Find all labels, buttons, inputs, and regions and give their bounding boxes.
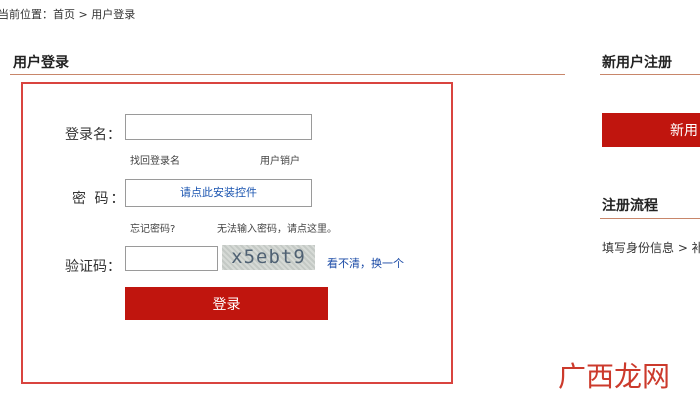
captcha-refresh-link[interactable]: 看不清，换一个	[327, 255, 404, 271]
cant-input-password-link[interactable]: 无法输入密码，请点这里。	[217, 220, 337, 235]
cancel-account-link[interactable]: 用户销户	[260, 152, 300, 167]
captcha-label: 验证码：	[65, 259, 121, 275]
breadcrumb-separator: >	[75, 8, 92, 21]
breadcrumb-prefix: 当前位置：	[0, 8, 53, 21]
login-button[interactable]: 登录	[125, 287, 328, 320]
process-section-title: 注册流程	[602, 198, 658, 214]
register-section-divider	[600, 74, 700, 75]
username-label: 登录名：	[65, 127, 121, 143]
register-section-title: 新用户注册	[602, 55, 672, 71]
breadcrumb-home-link[interactable]: 首页	[53, 8, 75, 21]
captcha-image[interactable]: x5ebt9	[222, 245, 315, 270]
forgot-password-link[interactable]: 忘记密码?	[130, 220, 175, 235]
breadcrumb-current: 用户登录	[91, 8, 136, 21]
password-control-install-field[interactable]: 请点此安装控件	[125, 179, 312, 207]
process-section-divider	[600, 218, 700, 219]
username-input[interactable]	[125, 114, 312, 140]
watermark-logo: 广西龙网	[557, 360, 670, 393]
captcha-input[interactable]	[125, 246, 218, 271]
recover-username-link[interactable]: 找回登录名	[130, 152, 180, 167]
register-button[interactable]: 新用	[602, 113, 700, 147]
breadcrumb: 当前位置：首页 > 用户登录	[0, 6, 135, 22]
password-label: 密 码：	[72, 191, 127, 207]
login-section-title: 用户登录	[13, 55, 69, 71]
login-section-divider	[10, 74, 565, 75]
process-first-step: 填写身份信息 > 补	[602, 241, 700, 255]
